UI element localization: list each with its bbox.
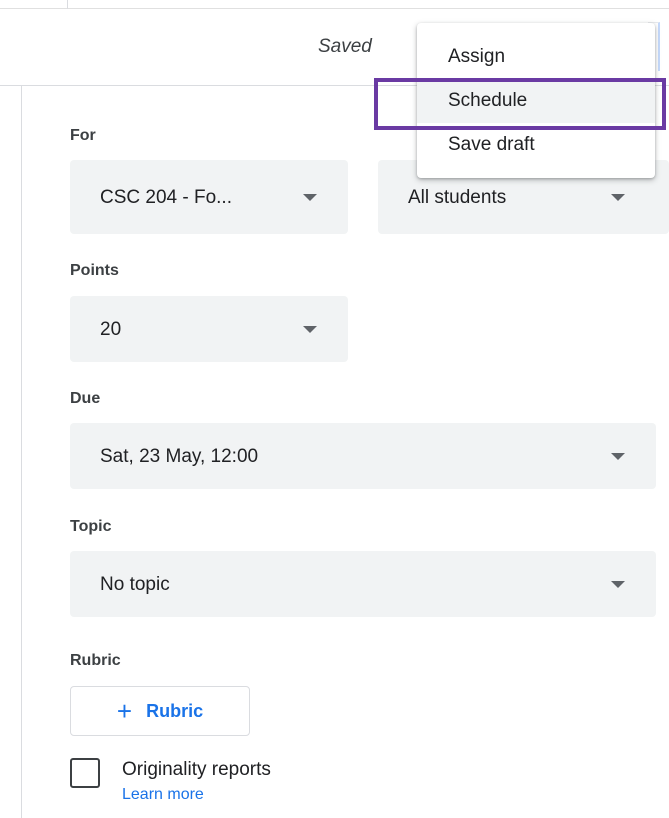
points-select[interactable]: 20 bbox=[70, 296, 348, 362]
due-select[interactable]: Sat, 23 May, 12:00 bbox=[70, 423, 656, 489]
top-tick bbox=[67, 0, 68, 9]
topic-select-value: No topic bbox=[100, 574, 170, 595]
menu-item-assign[interactable]: Assign bbox=[417, 35, 655, 79]
caret-down-icon bbox=[611, 194, 625, 201]
class-select[interactable]: CSC 204 - Fo... bbox=[70, 160, 348, 234]
plus-icon: + bbox=[116, 696, 133, 726]
add-rubric-button-label: Rubric bbox=[146, 700, 204, 721]
caret-down-icon bbox=[611, 581, 625, 588]
rubric-label: Rubric bbox=[70, 652, 121, 669]
points-select-value: 20 bbox=[100, 319, 122, 340]
class-select-value: CSC 204 - Fo... bbox=[100, 187, 232, 208]
caret-down-icon bbox=[303, 194, 317, 201]
students-select-value: All students bbox=[408, 187, 507, 208]
due-label: Due bbox=[70, 390, 101, 407]
highlight-annotation bbox=[374, 78, 666, 130]
top-divider bbox=[0, 8, 669, 9]
originality-label: Originality reports bbox=[122, 759, 271, 780]
topic-select[interactable]: No topic bbox=[70, 551, 656, 617]
for-label: For bbox=[70, 127, 96, 144]
saved-status: Saved bbox=[318, 36, 372, 57]
originality-checkbox[interactable] bbox=[70, 758, 100, 788]
caret-down-icon bbox=[611, 453, 625, 460]
due-select-value: Sat, 23 May, 12:00 bbox=[100, 446, 259, 467]
add-rubric-button[interactable]: + Rubric bbox=[70, 686, 250, 736]
left-divider bbox=[21, 86, 22, 818]
points-label: Points bbox=[70, 262, 119, 279]
learn-more-link[interactable]: Learn more bbox=[122, 786, 204, 804]
caret-down-icon bbox=[303, 326, 317, 333]
topic-label: Topic bbox=[70, 518, 112, 535]
